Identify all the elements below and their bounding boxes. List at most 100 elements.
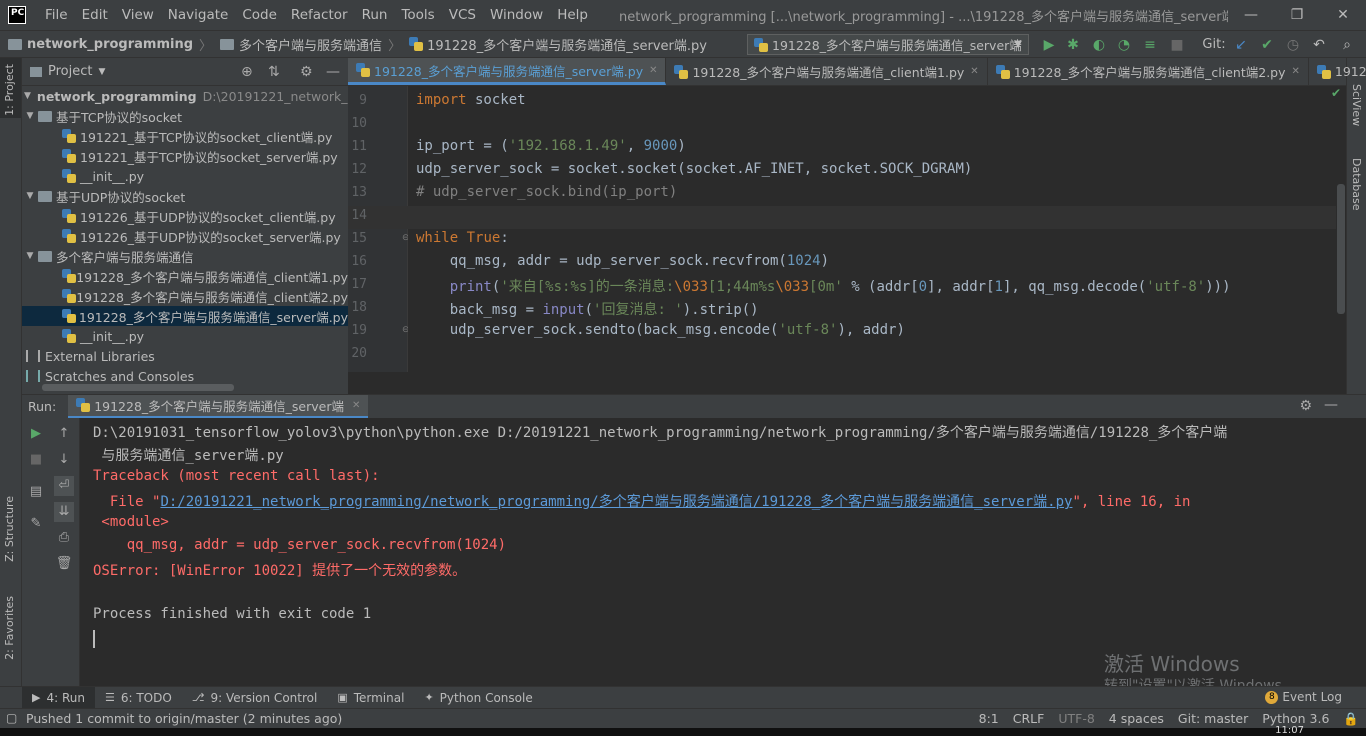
tree-item[interactable]: __init__.py [22, 326, 348, 346]
bottom-tab-terminal[interactable]: ▣ Terminal [327, 687, 414, 709]
editor-tab[interactable]: 19122 [1309, 58, 1366, 85]
scrollbar-thumb[interactable] [1337, 184, 1345, 314]
line-separator[interactable]: CRLF [1006, 711, 1052, 726]
stop-icon[interactable]: ■ [1168, 36, 1186, 54]
tree-item[interactable]: 191228_多个客户端与服务端通信_client端1.py [22, 266, 348, 286]
code-editor[interactable]: import socket ip_port = ('192.168.1.49',… [408, 86, 1336, 372]
tree-item[interactable]: ▼ 基于UDP协议的socket [22, 186, 348, 206]
close-tab-icon[interactable]: ✕ [970, 66, 978, 77]
tree-item[interactable]: ▼ network_programming D:\20191221_network_… [22, 86, 376, 106]
menu-code[interactable]: Code [235, 0, 284, 30]
trash-icon[interactable]: 🗑 [54, 554, 74, 574]
coverage-icon[interactable]: ◐ [1090, 36, 1108, 54]
run-icon[interactable]: ▶ [1040, 36, 1058, 54]
expand-arrow-icon[interactable]: ▼ [24, 111, 36, 121]
menu-vcs[interactable]: VCS [442, 0, 483, 30]
tree-item[interactable]: ▼ 多个客户端与服务端通信 [22, 246, 348, 266]
indent-setting[interactable]: 4 spaces [1102, 711, 1171, 726]
project-view-select[interactable]: Project [48, 64, 92, 79]
event-log-button[interactable]: 8 Event Log [1265, 690, 1342, 704]
tree-item[interactable]: 191221_基于TCP协议的socket_server端.py [22, 146, 348, 166]
console-output[interactable]: D:\20191031_tensorflow_yolov3\python\pyt… [80, 418, 1346, 686]
tree-item[interactable]: 191226_基于UDP协议的socket_client端.py [22, 206, 348, 226]
breadcrumb-file[interactable]: 191228_多个客户端与服务端通信_server端.py [401, 35, 707, 54]
bottom-tab-run[interactable]: ▶ 4: Run [22, 686, 95, 709]
tree-item[interactable]: ▼ 基于TCP协议的socket [22, 106, 348, 126]
soft-wrap-icon[interactable]: ⏎ [54, 476, 74, 496]
git-update-icon[interactable]: ↙ [1232, 36, 1250, 54]
tool-tab-sciview[interactable]: SciView [1350, 84, 1363, 126]
tool-window-toggle-icon[interactable]: ▢ [6, 711, 17, 725]
breadcrumb-project[interactable]: network_programming [0, 37, 193, 52]
tree-item[interactable]: 191221_基于TCP协议的socket_client端.py [22, 126, 348, 146]
menu-help[interactable]: Help [550, 0, 595, 30]
breadcrumb-folder[interactable]: 多个客户端与服务端通信 [212, 35, 382, 54]
tool-tab-favorites[interactable]: 2: Favorites [3, 596, 16, 660]
menu-navigate[interactable]: Navigate [161, 0, 236, 30]
pin-icon[interactable]: ✎ [26, 514, 46, 534]
history-icon[interactable]: ◷ [1284, 36, 1302, 54]
editor-scrollbar[interactable] [1336, 86, 1346, 372]
tool-tab-structure[interactable]: Z: Structure [3, 496, 16, 562]
collapse-all-icon[interactable]: ⇅ [268, 64, 280, 80]
rollback-icon[interactable]: ↶ [1310, 36, 1328, 54]
file-encoding[interactable]: UTF-8 [1051, 711, 1101, 726]
tree-item[interactable]: 191226_基于UDP协议的socket_server端.py [22, 226, 348, 246]
close-window-icon[interactable]: ✕ [1320, 7, 1366, 23]
print-icon[interactable]: ⎙ [54, 528, 74, 548]
expand-arrow-icon[interactable]: ▼ [24, 191, 36, 201]
layout-icon[interactable]: ▤ [26, 482, 46, 502]
git-branch[interactable]: Git: master [1171, 711, 1255, 726]
bottom-tab-version-control[interactable]: ⎇ 9: Version Control [182, 687, 328, 709]
minimize-icon[interactable]: — [1228, 7, 1274, 23]
scroll-down-icon[interactable]: ↓ [54, 450, 74, 470]
tree-item[interactable]: 191228_多个客户端与服务端通信_client端2.py [22, 286, 348, 306]
rerun-icon[interactable]: ▶ [26, 424, 46, 444]
stop-icon[interactable]: ■ [26, 450, 46, 470]
menu-edit[interactable]: Edit [75, 0, 115, 30]
menu-view[interactable]: View [115, 0, 161, 30]
source-file-link[interactable]: D:/20191221_network_programming/network_… [160, 494, 1072, 510]
menu-refactor[interactable]: Refactor [284, 0, 355, 30]
inspection-ok-icon[interactable]: ✔ [1331, 86, 1341, 100]
restore-icon[interactable]: ❐ [1274, 7, 1320, 23]
status-message[interactable]: Pushed 1 commit to origin/master (2 minu… [0, 711, 972, 726]
lock-icon[interactable]: 🔒 [1336, 711, 1366, 727]
hide-panel-icon[interactable]: — [1324, 397, 1338, 413]
gear-icon[interactable]: ⚙ [300, 64, 313, 80]
tree-item[interactable]: __init__.py [22, 166, 348, 186]
tool-tab-database[interactable]: Database [1350, 158, 1363, 211]
locate-icon[interactable]: ⊕ [241, 64, 253, 80]
menu-tools[interactable]: Tools [394, 0, 441, 30]
bottom-tab-python-console[interactable]: ✦ Python Console [414, 687, 542, 709]
caret-position[interactable]: 8:1 [972, 711, 1006, 726]
tree-item[interactable]: Scratches and Consoles [22, 366, 348, 386]
close-tab-icon[interactable]: ✕ [1292, 66, 1300, 77]
expand-arrow-icon[interactable]: ▼ [24, 91, 31, 101]
chevron-down-icon[interactable]: ▼ [98, 67, 105, 77]
expand-arrow-icon[interactable]: ▼ [24, 251, 36, 261]
gear-icon[interactable]: ⚙ [1299, 398, 1312, 414]
tool-tab-project[interactable]: 1: Project [3, 64, 16, 116]
tree-item[interactable]: External Libraries [22, 346, 348, 366]
menu-run[interactable]: Run [355, 0, 395, 30]
run-configuration-select[interactable]: 191228_多个客户端与服务端通信_server端 ▼ [747, 34, 1029, 55]
hide-panel-icon[interactable]: — [326, 64, 340, 80]
scroll-up-icon[interactable]: ↑ [54, 424, 74, 444]
concurrency-icon[interactable]: ≡ [1141, 36, 1159, 54]
editor-tab[interactable]: 191228_多个客户端与服务端通信_client端2.py ✕ [988, 58, 1309, 85]
run-tab[interactable]: 191228_多个客户端与服务端通信_server端 ✕ [68, 394, 369, 419]
search-everywhere-icon[interactable]: ⌕ [1338, 36, 1356, 54]
editor-tab[interactable]: 191228_多个客户端与服务端通信_client端1.py ✕ [666, 58, 988, 85]
close-tab-icon[interactable]: ✕ [352, 400, 360, 411]
editor-tab[interactable]: 191228_多个客户端与服务端通信_server端.py ✕ [348, 58, 667, 85]
python-interpreter[interactable]: Python 3.6 [1255, 711, 1336, 726]
close-tab-icon[interactable]: ✕ [649, 65, 657, 76]
bottom-tab-todo[interactable]: ☰ 6: TODO [95, 687, 182, 709]
menu-file[interactable]: File [38, 0, 75, 30]
debug-icon[interactable]: ✱ [1064, 36, 1082, 54]
profile-icon[interactable]: ◔ [1115, 36, 1133, 54]
tree-item[interactable]: 191228_多个客户端与服务端通信_server端.py [22, 306, 348, 326]
scroll-to-end-icon[interactable]: ⇊ [54, 502, 74, 522]
git-commit-icon[interactable]: ✔ [1258, 36, 1276, 54]
